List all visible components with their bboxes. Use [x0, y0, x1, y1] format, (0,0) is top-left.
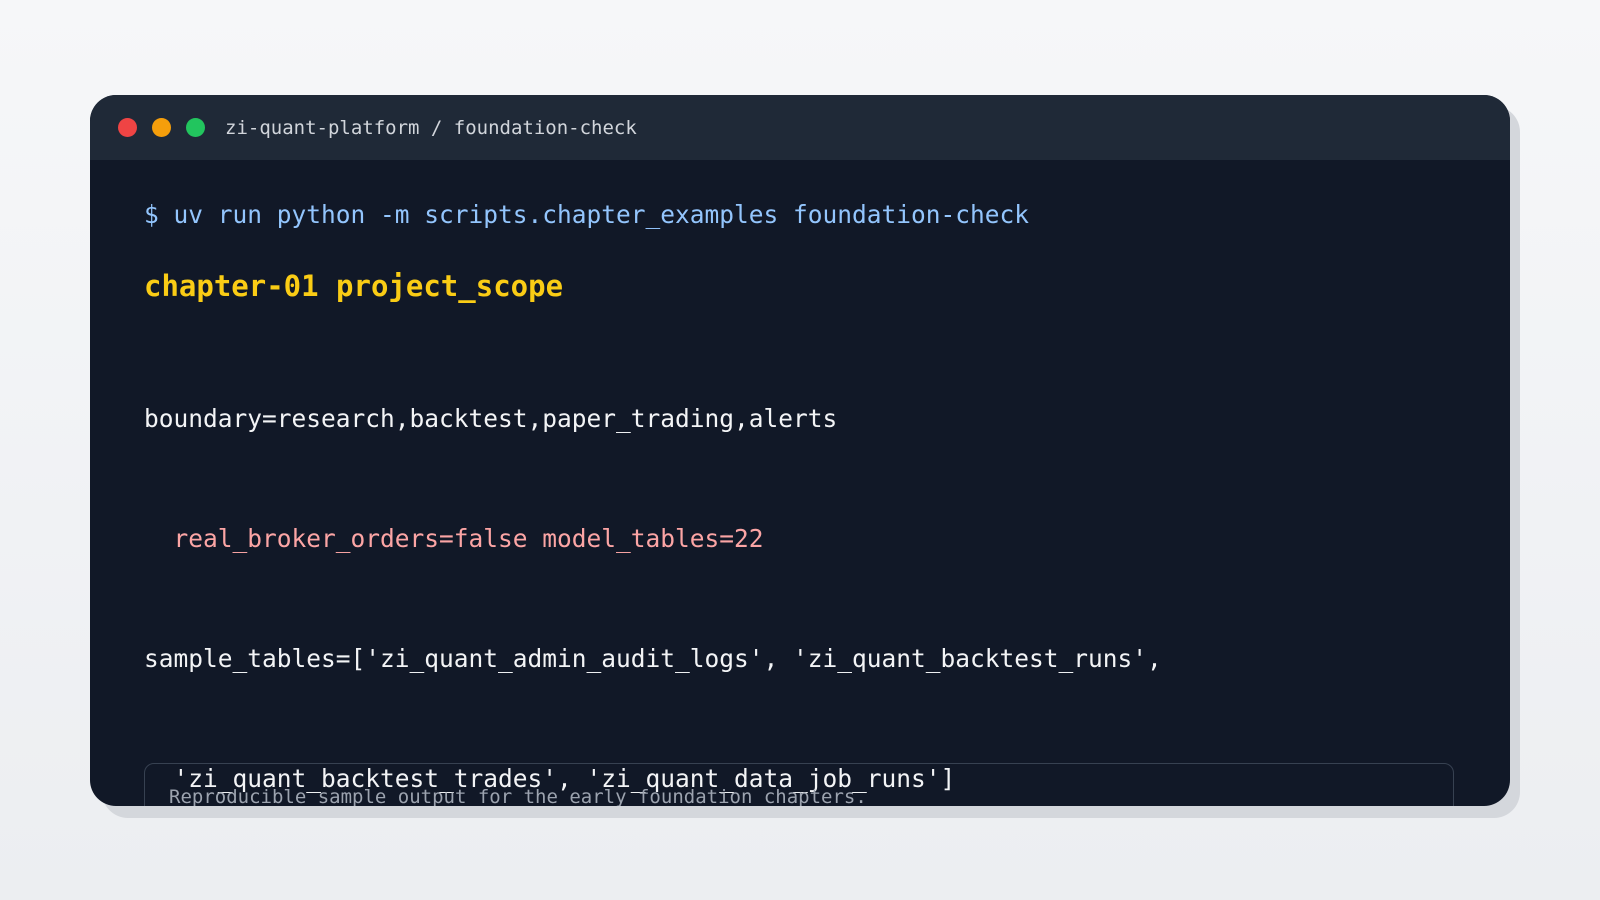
- output-heading: chapter-01 project_scope: [144, 269, 564, 303]
- terminal-window: zi-quant-platform / foundation-check $ u…: [90, 95, 1510, 806]
- minimize-button[interactable]: [152, 118, 171, 137]
- command-line: $ uv run python -m scripts.chapter_examp…: [144, 200, 1030, 229]
- footer-note: Reproducible sample output for the early…: [144, 763, 1454, 806]
- maximize-button[interactable]: [186, 118, 205, 137]
- terminal-body: $ uv run python -m scripts.chapter_examp…: [90, 160, 1510, 806]
- close-button[interactable]: [118, 118, 137, 137]
- title-bar: zi-quant-platform / foundation-check: [90, 95, 1510, 160]
- output-line: boundary=research,backtest,paper_trading…: [144, 404, 838, 433]
- output-block: boundary=research,backtest,paper_trading…: [144, 319, 1510, 806]
- output-line: sample_tables=['zi_quant_admin_audit_log…: [144, 644, 1162, 673]
- output-line: real_broker_orders=false model_tables=22: [144, 524, 764, 553]
- window-title: zi-quant-platform / foundation-check: [225, 116, 637, 139]
